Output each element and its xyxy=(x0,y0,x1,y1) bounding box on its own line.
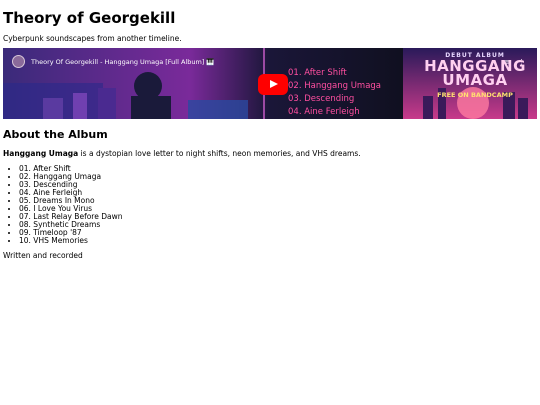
page-title: Theory of Georgekill xyxy=(3,9,176,27)
youtube-embed[interactable]: Theory Of Georgekill - Hanggang Umaga [F… xyxy=(3,48,537,119)
list-item: 10. VHS Memories xyxy=(19,237,122,245)
about-heading: About the Album xyxy=(3,128,108,141)
description-text: is a dystopian love letter to night shif… xyxy=(78,149,361,158)
thumbnail-tracklist: 01. After Shift 02. Hanggang Umaga 03. D… xyxy=(288,67,381,119)
album-name: Hanggang Umaga xyxy=(3,149,79,158)
thumbnail-track: 02. Hanggang Umaga xyxy=(288,81,382,91)
track-list: 01. After Shift 02. Hanggang Umaga 03. D… xyxy=(3,165,122,245)
video-title[interactable]: Theory Of Georgekill - Hanggang Umaga [F… xyxy=(31,58,215,66)
album-description: Hanggang Umaga is a dystopian love lette… xyxy=(3,149,361,158)
credit-text: Written and recorded xyxy=(3,251,83,260)
album-name-art: HANGGANG UMAGA xyxy=(424,57,526,89)
thumbnail-track: 04. Aine Ferleigh xyxy=(288,107,360,117)
thumbnail-track: 03. Descending xyxy=(288,94,355,104)
play-button[interactable] xyxy=(258,74,288,95)
bandcamp-cta: FREE ON BANDCAMP xyxy=(437,91,513,99)
channel-avatar[interactable] xyxy=(12,55,25,68)
tagline: Cyberpunk soundscapes from another timel… xyxy=(3,34,182,43)
thumbnail-album-art-text: DEBUT ALBUM HANGGANG UMAGA FREE ON BANDC… xyxy=(415,52,535,99)
thumbnail-track: 01. After Shift xyxy=(288,68,347,78)
